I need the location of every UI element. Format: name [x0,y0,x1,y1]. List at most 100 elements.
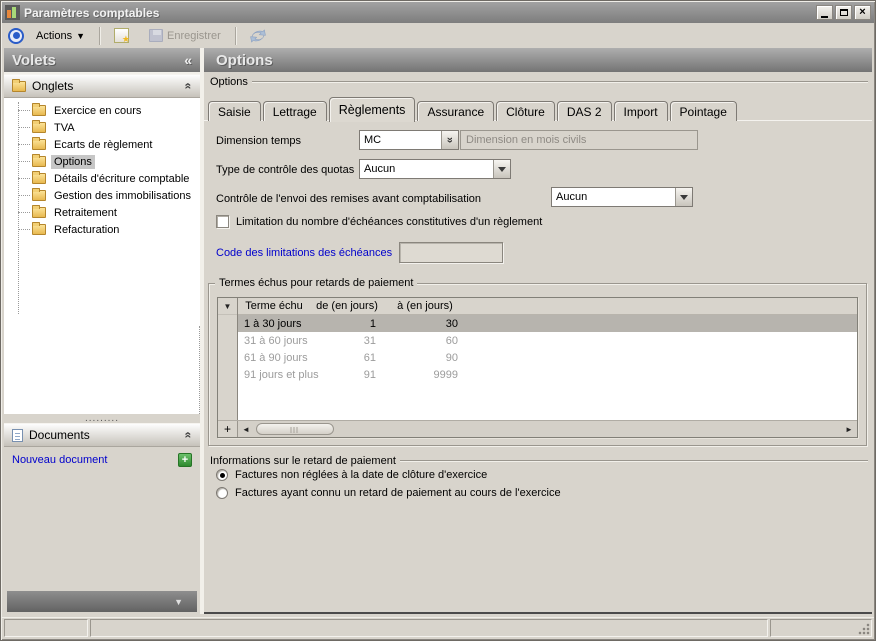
table-cell: 31 [310,332,384,349]
title-bar: Paramètres comptables × [2,2,874,23]
termes-grid: ▼ Terme échude (en jours)à (en jours) 1 … [217,297,858,438]
add-document-icon[interactable]: + [178,453,192,467]
tree-item-label: Refacturation [51,223,122,237]
table-cell: 91 [310,366,384,383]
type-controle-quotas-label: Type de contrôle des quotas [216,164,354,176]
save-icon [149,29,163,42]
tab-saisie[interactable]: Saisie [208,101,261,121]
sections-splitter[interactable]: ......... [4,414,200,423]
chevron-down-double-icon[interactable]: « [441,131,458,149]
tab-import[interactable]: Import [614,101,668,121]
radio-icon[interactable] [216,469,228,481]
table-row[interactable]: 61 à 90 jours6190 [238,349,857,366]
sidebar-title: Volets [12,52,56,69]
refresh-button[interactable] [242,25,274,47]
tab-assurance[interactable]: Assurance [417,101,494,121]
chevron-down-icon[interactable] [675,188,692,206]
save-button[interactable]: Enregistrer [141,26,229,45]
tree-item-exercice-en-cours[interactable]: Exercice en cours [4,102,200,119]
table-row[interactable]: 91 jours et plus919999 [238,366,857,383]
folder-icon [12,81,26,92]
tree-item-label: Détails d'écriture comptable [51,172,192,186]
tab-pointage[interactable]: Pointage [670,101,737,121]
collapse-section-icon[interactable]: « [182,83,196,90]
close-button[interactable]: × [854,5,871,20]
tree-item-label: Retraitement [51,206,120,220]
maximize-button[interactable] [835,5,852,20]
page-title: Options [216,52,273,69]
scroll-left-icon[interactable]: ◄ [238,425,254,434]
refresh-icon [250,28,266,44]
tree-item-label: Gestion des immobilisations [51,189,194,203]
type-controle-quotas-combo[interactable]: Aucun [359,159,511,179]
table-cell: 61 [310,349,384,366]
folder-icon [32,156,46,167]
radio-option-0[interactable]: Factures non réglées à la date de clôtur… [216,469,487,481]
controle-envoi-combo[interactable]: Aucun [551,187,693,207]
table-cell: 61 à 90 jours [238,349,310,366]
tree-item-gestion-des-immobilisations[interactable]: Gestion des immobilisations [4,187,200,204]
onglets-section-header[interactable]: Onglets « [4,74,200,98]
main-panel: Options Options SaisieLettrageRèglements… [204,48,872,614]
dimension-temps-combo[interactable]: MC « [359,130,459,150]
table-row[interactable]: 31 à 60 jours3160 [238,332,857,349]
table-cell: 90 [384,349,466,366]
collapse-sidebar-icon[interactable]: « [184,52,192,68]
new-document-row: Nouveau document + [4,447,200,473]
add-row-button[interactable]: + [218,421,238,437]
tab-cl-ture[interactable]: Clôture [496,101,555,121]
new-document-button[interactable] [106,25,137,46]
actions-button[interactable]: Actions ▼ [28,27,93,45]
scroll-right-icon[interactable]: ► [841,425,857,434]
code-limitations-link[interactable]: Code des limitations des échéances [216,247,392,259]
folder-icon [32,105,46,116]
scrollbar-thumb[interactable] [256,423,334,435]
tab-lettrage[interactable]: Lettrage [263,101,327,121]
table-cell: 91 jours et plus [238,366,310,383]
limitation-checkbox[interactable] [216,215,229,228]
tree-item-ecarts-de-r-glement[interactable]: Ecarts de règlement [4,136,200,153]
column-header[interactable]: à (en jours) [384,298,466,314]
scrollbar-track[interactable] [254,421,841,437]
tree-item-refacturation[interactable]: Refacturation [4,221,200,238]
code-limitations-input[interactable] [399,242,503,263]
table-row[interactable]: 1 à 30 jours130 [238,315,857,332]
column-header[interactable]: de (en jours) [310,298,384,314]
tab-strip: SaisieLettrageRèglementsAssuranceClôture… [204,95,872,121]
controle-envoi-value: Aucun [552,191,675,203]
table-cell: 31 à 60 jours [238,332,310,349]
documents-section-header[interactable]: Documents « [4,423,200,447]
radio-label: Factures non réglées à la date de clôtur… [235,469,487,481]
window-title: Paramètres comptables [24,6,159,20]
tree-item-tva[interactable]: TVA [4,119,200,136]
tree-item-d-tails-d-criture-comptable[interactable]: Détails d'écriture comptable [4,170,200,187]
tree-item-options[interactable]: Options [4,153,200,170]
toolbar-separator [235,27,236,45]
tree-item-retraitement[interactable]: Retraitement [4,204,200,221]
toolbar: Actions ▼ Enregistrer [2,23,874,48]
radio-icon[interactable] [216,487,228,499]
sidebar-bottom-bar[interactable]: ▼ [7,591,197,612]
termes-group-label: Termes échus pour retards de paiement [215,277,417,289]
minimize-button[interactable] [816,5,833,20]
app-icon [5,5,20,20]
column-header[interactable]: Terme échu [238,298,310,314]
info-group-label: Informations sur le retard de paiement [208,455,400,467]
resize-grip[interactable] [858,623,870,635]
new-document-link[interactable]: Nouveau document [12,454,107,466]
termes-group: Termes échus pour retards de paiement ▼ … [208,283,867,446]
radio-option-1[interactable]: Factures ayant connu un retard de paieme… [216,487,561,499]
tab-r-glements[interactable]: Règlements [329,97,416,122]
status-pane [4,619,88,637]
document-icon [12,429,23,442]
dimension-temps-description: Dimension en mois civils [460,130,698,150]
collapse-section-icon[interactable]: « [182,432,196,439]
folder-icon [32,122,46,133]
chevron-down-icon[interactable] [493,160,510,178]
info-group-legend: Informations sur le retard de paiement [208,454,872,468]
app-window: Paramètres comptables × Actions ▼ Enregi… [0,0,876,641]
tab-das-2[interactable]: DAS 2 [557,101,612,121]
sidebar-header: Volets « [4,48,200,72]
limitation-checkbox-label: Limitation du nombre d'échéances constit… [236,216,542,228]
radio-label: Factures ayant connu un retard de paieme… [235,487,561,499]
